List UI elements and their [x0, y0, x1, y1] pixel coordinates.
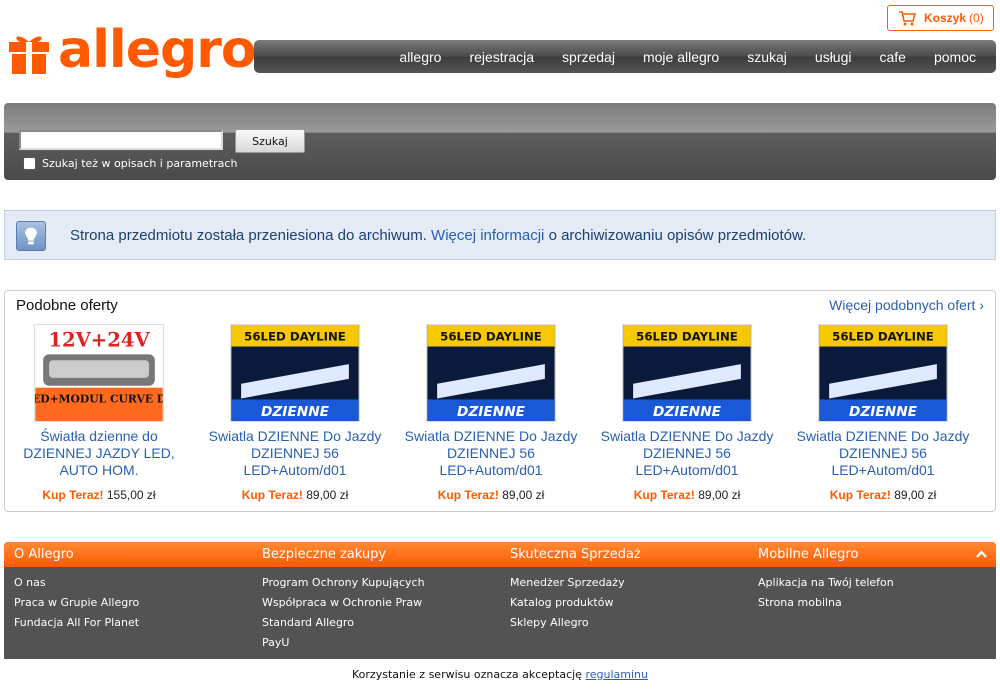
footer-link-sklepy-allegro[interactable]: Sklepy Allegro	[510, 616, 589, 629]
offer-price-line: Kup Teraz! 89,00 zł	[403, 488, 579, 502]
offer-title[interactable]: Swiatla DZIENNE Do Jazdy DZIENNEJ 56 LED…	[795, 428, 971, 479]
buy-now-label[interactable]: Kup Teraz!	[438, 488, 499, 502]
collapse-up-icon[interactable]	[975, 548, 988, 561]
offer-price: 89,00 zł	[306, 488, 349, 502]
nav-pomoc[interactable]: pomoc	[934, 49, 976, 65]
offer-card[interactable]: 56LED DAYLINE DZIENNE Swiatla DZIENNE Do…	[795, 324, 971, 502]
nav-moje-allegro[interactable]: moje allegro	[643, 49, 719, 65]
search-bar: Szukaj Szukaj też w opisach i parametrac…	[4, 103, 996, 180]
offer-title[interactable]: Światła dzienne do DZIENNEJ JAZDY LED, A…	[11, 428, 187, 479]
offer-price-line: Kup Teraz! 89,00 zł	[795, 488, 971, 502]
nav-uslugi[interactable]: usługi	[815, 49, 852, 65]
thumb-caption-bottom: DZIENNE	[457, 404, 526, 420]
offer-price: 155,00 zł	[106, 488, 156, 502]
main-navigation: allegro rejestracja sprzedaj moje allegr…	[254, 40, 996, 73]
cart-icon	[899, 11, 916, 26]
similar-offers: Podobne oferty Więcej podobnych ofert › …	[4, 290, 996, 512]
thumb-caption-top: 56LED DAYLINE	[244, 330, 346, 344]
notice-message: Strona przedmiotu została przeniesiona d…	[70, 227, 806, 244]
logo-wordmark: allegro	[58, 20, 257, 80]
offer-thumbnail[interactable]: 56LED DAYLINE DZIENNE	[818, 324, 948, 422]
offer-price-line: Kup Teraz! 89,00 zł	[207, 488, 383, 502]
thumb-caption-top: 56LED DAYLINE	[636, 330, 738, 344]
similar-offers-title: Podobne oferty	[16, 297, 118, 314]
offer-price: 89,00 zł	[894, 488, 937, 502]
terms-text: Korzystanie z serwisu oznacza akceptację	[352, 668, 582, 681]
buy-now-label[interactable]: Kup Teraz!	[634, 488, 695, 502]
buy-now-label[interactable]: Kup Teraz!	[42, 488, 103, 502]
nav-sprzedaj[interactable]: sprzedaj	[562, 49, 615, 65]
offer-title[interactable]: Swiatla DZIENNE Do Jazdy DZIENNEJ 56 LED…	[599, 428, 775, 479]
offer-thumbnail[interactable]: 56LED DAYLINE DZIENNE	[426, 324, 556, 422]
search-descriptions-label: Szukaj też w opisach i parametrach	[42, 157, 238, 170]
footer-link-standard-allegro[interactable]: Standard Allegro	[262, 616, 354, 629]
footer-heading-o-allegro: O Allegro	[14, 547, 74, 562]
search-button[interactable]: Szukaj	[235, 129, 305, 153]
terms-notice: Korzystanie z serwisu oznacza akceptację…	[0, 668, 1000, 681]
footer-link-o-nas[interactable]: O nas	[14, 576, 46, 589]
footer-link-payu[interactable]: PayU	[262, 636, 289, 649]
thumb-caption-bottom: DZIENNE	[653, 404, 722, 420]
nav-rejestracja[interactable]: rejestracja	[469, 49, 534, 65]
thumb-caption-bottom: DZIENNE	[849, 404, 918, 420]
offer-price: 89,00 zł	[698, 488, 741, 502]
offer-thumbnail[interactable]: 56LED DAYLINE DZIENNE	[622, 324, 752, 422]
nav-allegro[interactable]: allegro	[399, 49, 441, 65]
notice-text-before: Strona przedmiotu została przeniesiona d…	[70, 227, 427, 244]
buy-now-label[interactable]: Kup Teraz!	[830, 488, 891, 502]
thumb-caption-top: 12V+24V	[48, 329, 150, 352]
thumb-caption-top: 56LED DAYLINE	[832, 330, 934, 344]
offer-title[interactable]: Swiatla DZIENNE Do Jazdy DZIENNEJ 56 LED…	[403, 428, 579, 479]
nav-cafe[interactable]: cafe	[880, 49, 906, 65]
footer-heading-mobilne-allegro: Mobilne Allegro	[758, 547, 859, 562]
offer-card[interactable]: 56LED DAYLINE DZIENNE Swiatla DZIENNE Do…	[403, 324, 579, 502]
offer-card[interactable]: 56LED DAYLINE DZIENNE Swiatla DZIENNE Do…	[207, 324, 383, 502]
offer-title[interactable]: Swiatla DZIENNE Do Jazdy DZIENNEJ 56 LED…	[207, 428, 383, 479]
site-footer: O Allegro Bezpieczne zakupy Skuteczna Sp…	[4, 542, 996, 659]
offer-thumbnail[interactable]: 56LED DAYLINE DZIENNE	[230, 324, 360, 422]
offer-price-line: Kup Teraz! 155,00 zł	[11, 488, 187, 502]
offer-card[interactable]: 56LED DAYLINE DZIENNE Swiatla DZIENNE Do…	[599, 324, 775, 502]
footer-link-praca[interactable]: Praca w Grupie Allegro	[14, 596, 139, 609]
notice-text-after: o archiwizowaniu opisów przedmiotów.	[548, 227, 807, 244]
footer-link-menedzer-sprzedazy[interactable]: Menedżer Sprzedaży	[510, 576, 625, 589]
footer-link-katalog-produktow[interactable]: Katalog produktów	[510, 596, 613, 609]
footer-header-bar: O Allegro Bezpieczne zakupy Skuteczna Sp…	[4, 542, 996, 567]
search-input[interactable]	[19, 130, 223, 150]
footer-link-ochrona-kupujacych[interactable]: Program Ochrony Kupujących	[262, 576, 425, 589]
lightbulb-icon	[16, 221, 46, 251]
cart-button[interactable]: Koszyk (0)	[887, 5, 994, 31]
thumb-caption-bottom: 2x18 LED+MODUL CURVE DESIGN	[34, 392, 164, 405]
footer-link-aplikacja[interactable]: Aplikacja na Twój telefon	[758, 576, 894, 589]
footer-link-strona-mobilna[interactable]: Strona mobilna	[758, 596, 842, 609]
nav-szukaj[interactable]: szukaj	[747, 49, 787, 65]
offer-price: 89,00 zł	[502, 488, 545, 502]
footer-link-fundacja[interactable]: Fundacja All For Planet	[14, 616, 139, 629]
terms-link[interactable]: regulaminu	[585, 668, 648, 681]
search-descriptions-checkbox[interactable]	[23, 157, 36, 170]
notice-more-info-link[interactable]: Więcej informacji	[431, 227, 544, 244]
archive-notice: Strona przedmiotu została przeniesiona d…	[4, 210, 996, 260]
buy-now-label[interactable]: Kup Teraz!	[242, 488, 303, 502]
footer-link-ochrona-praw[interactable]: Współpraca w Ochronie Praw	[262, 596, 422, 609]
footer-heading-bezpieczne-zakupy: Bezpieczne zakupy	[262, 547, 387, 562]
offer-price-line: Kup Teraz! 89,00 zł	[599, 488, 775, 502]
gift-icon	[9, 36, 49, 74]
footer-heading-skuteczna-sprzedaz: Skuteczna Sprzedaż	[510, 547, 641, 562]
allegro-logo[interactable]: allegro	[8, 20, 257, 90]
thumb-caption-bottom: DZIENNE	[261, 404, 330, 420]
offer-thumbnail[interactable]: 12V+24V 2x18 LED+MODUL CURVE DESIGN	[34, 324, 164, 422]
thumb-caption-top: 56LED DAYLINE	[440, 330, 542, 344]
offer-card[interactable]: 12V+24V 2x18 LED+MODUL CURVE DESIGN Świa…	[11, 324, 187, 502]
cart-label: Koszyk	[924, 11, 967, 25]
cart-count: (0)	[969, 11, 984, 25]
more-similar-offers-link[interactable]: Więcej podobnych ofert ›	[829, 297, 984, 313]
